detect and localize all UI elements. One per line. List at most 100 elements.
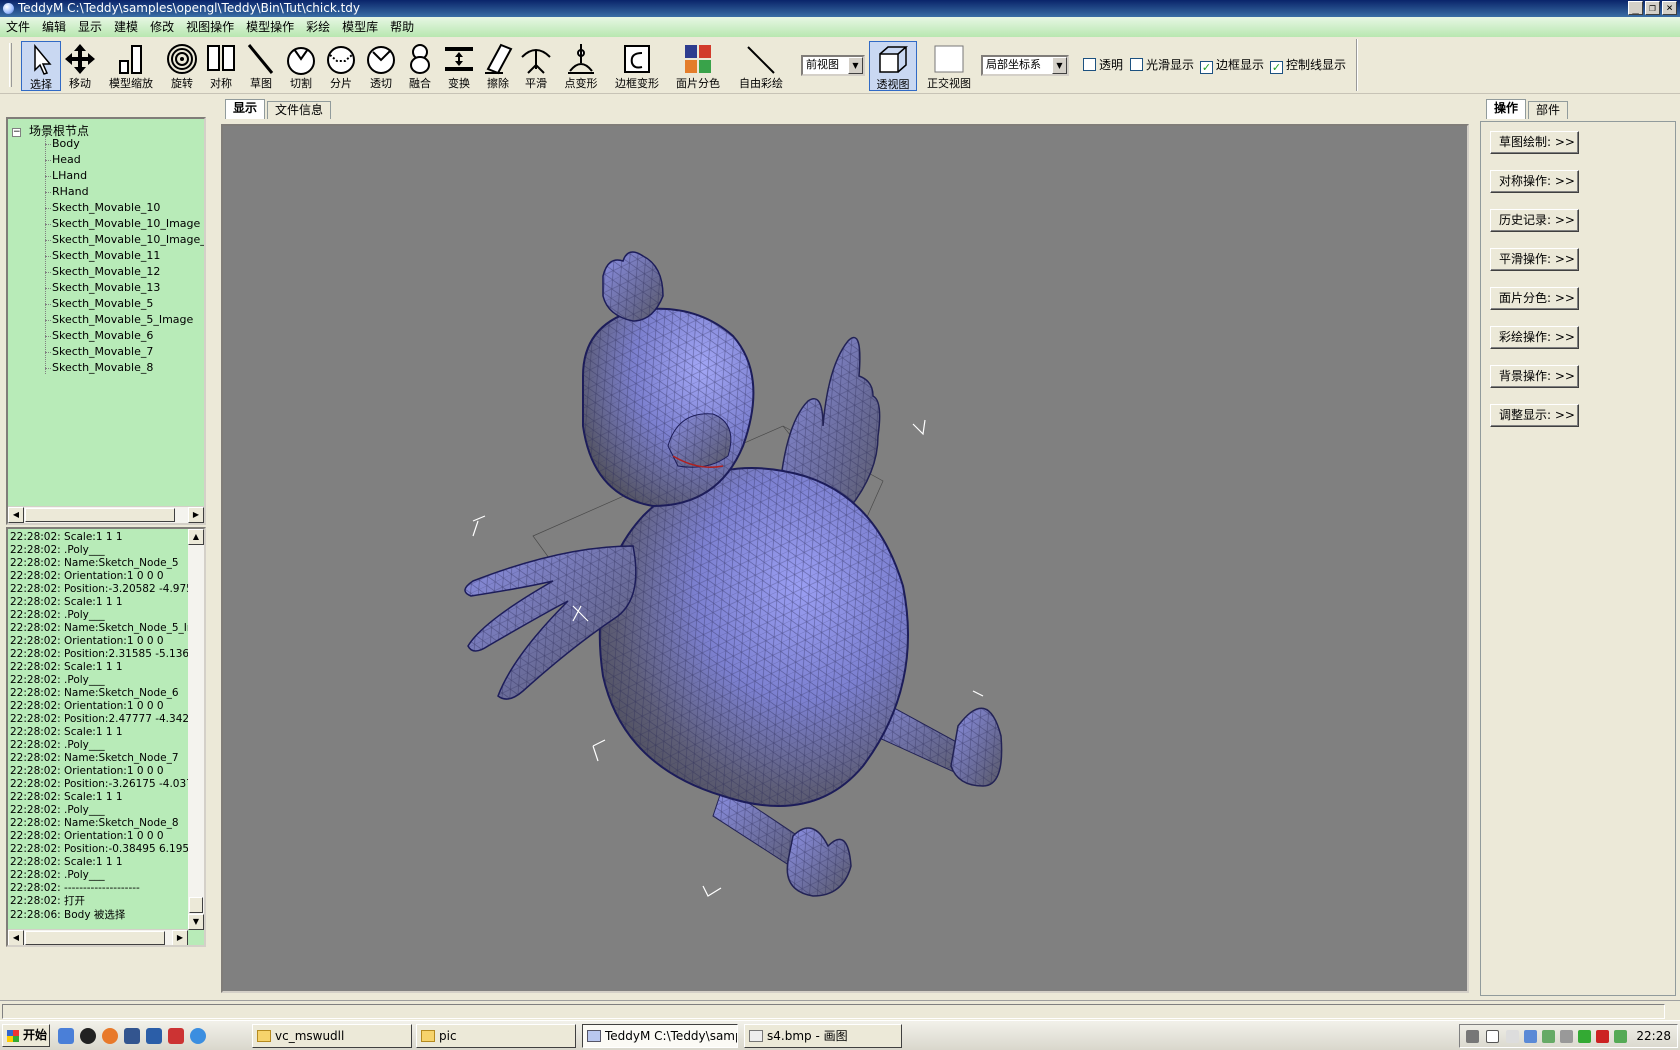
chick-body[interactable] [598, 467, 909, 807]
tree-item[interactable]: Body [45, 137, 80, 150]
sketch-draw-button[interactable]: 草图绘制: >> [1490, 131, 1579, 154]
tool-transform[interactable]: 变换 [440, 41, 478, 91]
scroll-thumb[interactable] [189, 897, 203, 913]
chevron-down-icon[interactable]: ▼ [1052, 57, 1067, 74]
checkbox-smooth-display[interactable]: 光滑显示 [1130, 57, 1194, 73]
tree-item[interactable]: Head [45, 153, 81, 166]
coord-system-select[interactable]: 局部坐标系 ▼ [981, 55, 1069, 76]
tree-item[interactable]: Skecth_Movable_12 [44, 265, 160, 278]
menu-paint[interactable]: 彩绘 [300, 17, 336, 37]
tree-item[interactable]: LHand [44, 169, 87, 182]
checkbox-control-line[interactable]: ✓ 控制线显示 [1270, 57, 1346, 74]
3d-viewport[interactable] [221, 124, 1469, 993]
tool-through-cut[interactable]: 透切 [362, 41, 400, 91]
security-icon[interactable] [1578, 1030, 1591, 1043]
scroll-left-icon[interactable]: ◀ [8, 507, 24, 523]
menu-edit[interactable]: 编辑 [36, 17, 72, 37]
menu-view-ops[interactable]: 视图操作 [180, 17, 240, 37]
start-button[interactable]: 开始 [2, 1024, 50, 1047]
menu-modeling[interactable]: 建模 [108, 17, 144, 37]
checkbox-transparent[interactable]: 透明 [1083, 57, 1123, 73]
quicklaunch-firefox-icon[interactable] [102, 1028, 118, 1044]
quicklaunch-qq-icon[interactable] [80, 1028, 96, 1044]
scene-tree[interactable]: − 场景根节点 Body Head LHand RHand Skecth_Mova… [6, 117, 206, 525]
quicklaunch-shield-icon[interactable] [124, 1028, 140, 1044]
collapse-icon[interactable]: − [12, 128, 21, 137]
speaker-icon[interactable] [1560, 1030, 1573, 1043]
ortho-view-button[interactable]: 正交视图 [921, 41, 977, 91]
tree-item[interactable]: RHand [45, 185, 89, 198]
quicklaunch-browser-icon[interactable] [190, 1028, 206, 1044]
scroll-left-icon[interactable]: ◀ [8, 930, 24, 945]
toolbar-grip[interactable] [9, 43, 12, 87]
scroll-right-icon[interactable]: ▶ [188, 507, 204, 523]
minimize-button[interactable]: _ [1628, 1, 1643, 15]
scroll-thumb[interactable] [25, 508, 175, 522]
checkbox-box[interactable]: ✓ [1200, 61, 1213, 74]
quicklaunch-ie-icon[interactable] [58, 1028, 74, 1044]
quicklaunch-office-icon[interactable] [168, 1028, 184, 1044]
checkbox-border-display[interactable]: ✓ 边框显示 [1200, 57, 1264, 74]
scroll-up-icon[interactable]: ▲ [188, 529, 204, 545]
keyboard-icon[interactable] [1466, 1030, 1479, 1043]
tree-item[interactable]: Skecth_Movable_11 [44, 249, 160, 262]
tab-operations[interactable]: 操作 [1486, 99, 1527, 119]
tab-file-info[interactable]: 文件信息 [267, 101, 332, 119]
adjust-display-button[interactable]: 调整显示: >> [1490, 404, 1579, 427]
chick-model-render[interactable] [223, 126, 1467, 991]
menu-model-ops[interactable]: 模型操作 [240, 17, 300, 37]
tool-erase[interactable]: 擦除 [480, 41, 516, 91]
tool-scale[interactable]: 模型缩放 [101, 41, 161, 91]
tool-free-paint[interactable]: 自由彩绘 [732, 41, 790, 91]
tree-item[interactable]: Skecth_Movable_13 [44, 281, 160, 294]
task-pic[interactable]: pic [416, 1024, 576, 1048]
tool-frame-deform[interactable]: 边框变形 [608, 41, 666, 91]
help-icon[interactable] [1486, 1030, 1499, 1043]
menu-modify[interactable]: 修改 [144, 17, 180, 37]
tree-item[interactable]: Skecth_Movable_10 [44, 201, 160, 214]
chevron-left-icon[interactable] [1506, 1030, 1519, 1043]
mirror-op-button[interactable]: 对称操作: >> [1490, 170, 1579, 193]
face-color-op-button[interactable]: 面片分色: >> [1490, 287, 1579, 310]
restore-button[interactable]: ❐ [1645, 1, 1660, 15]
smooth-op-button[interactable]: 平滑操作: >> [1490, 248, 1579, 271]
log-vscrollbar[interactable]: ▲ ▼ [188, 529, 204, 930]
chick-head[interactable] [582, 251, 755, 508]
tool-point-deform[interactable]: 点变形 [556, 41, 606, 91]
menu-model-library[interactable]: 模型库 [336, 17, 384, 37]
view-select[interactable]: 前视图 ▼ [801, 55, 865, 76]
tool-split[interactable]: 分片 [322, 41, 360, 91]
clock[interactable]: 22:28 [1636, 1029, 1671, 1043]
background-op-button[interactable]: 背景操作: >> [1490, 365, 1579, 388]
menu-display[interactable]: 显示 [72, 17, 108, 37]
tree-hscrollbar[interactable]: ◀ ▶ [8, 506, 204, 523]
log-panel[interactable]: 22:28:02: Scale:1 1 1 22:28:02: .Poly___… [6, 527, 206, 947]
menu-help[interactable]: 帮助 [384, 17, 420, 37]
task-teddym[interactable]: TeddyM C:\Teddy\sampl... [582, 1024, 738, 1048]
checkbox-box[interactable] [1083, 58, 1096, 71]
log-hscrollbar[interactable]: ◀ ▶ [8, 929, 188, 945]
tray-app-icon[interactable] [1542, 1030, 1555, 1043]
paint-op-button[interactable]: 彩绘操作: >> [1490, 326, 1579, 349]
tool-cut[interactable]: 切割 [282, 41, 320, 91]
tool-sketch[interactable]: 草图 [242, 41, 280, 91]
tool-rotate[interactable]: 旋转 [163, 41, 201, 91]
tool-face-color[interactable]: 面片分色 [668, 41, 728, 91]
task-paint[interactable]: s4.bmp - 画图 [744, 1024, 902, 1048]
checkbox-box[interactable] [1130, 58, 1143, 71]
close-button[interactable]: × [1662, 1, 1677, 15]
tree-item[interactable]: Skecth_Movable_8 [44, 361, 153, 374]
scroll-right-icon[interactable]: ▶ [172, 930, 188, 945]
menu-file[interactable]: 文件 [0, 17, 36, 37]
chevron-down-icon[interactable]: ▼ [848, 57, 863, 74]
tab-display[interactable]: 显示 [225, 99, 266, 119]
tool-move[interactable]: 移动 [61, 41, 99, 91]
antivirus-icon[interactable] [1596, 1030, 1609, 1043]
tool-smooth[interactable]: 平滑 [518, 41, 554, 91]
checkbox-box[interactable]: ✓ [1270, 61, 1283, 74]
tool-select[interactable]: 选择 [21, 41, 61, 91]
tree-item[interactable]: Skecth_Movable_7 [44, 345, 153, 358]
scroll-down-icon[interactable]: ▼ [188, 914, 204, 930]
tree-item[interactable]: Skecth_Movable_5_Image [44, 313, 193, 326]
scroll-thumb[interactable] [25, 931, 165, 945]
